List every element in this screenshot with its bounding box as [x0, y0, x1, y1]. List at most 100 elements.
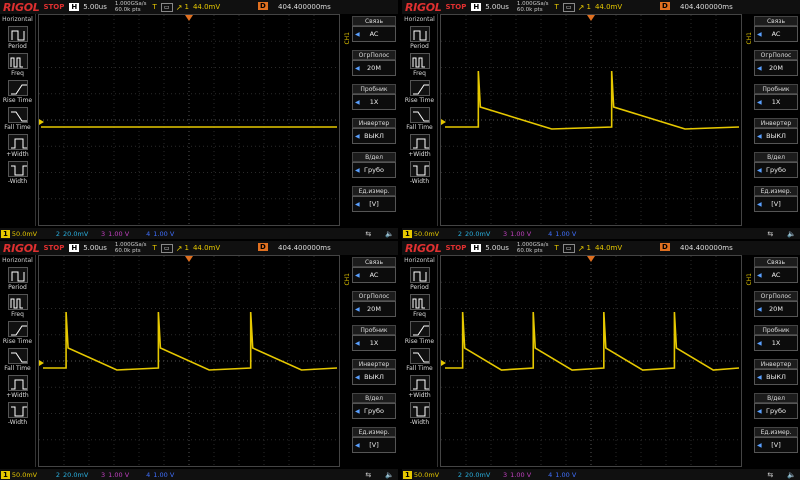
- ch1-scale[interactable]: 50.0mV: [12, 230, 52, 238]
- channel-menu-item[interactable]: В/дел ◀ Грубо: [754, 393, 798, 419]
- trigger-level[interactable]: 44.0mV: [595, 244, 622, 252]
- measure-item[interactable]: -Width: [402, 402, 437, 426]
- measure-item[interactable]: Freq: [0, 53, 35, 77]
- trigger-source[interactable]: 1: [586, 244, 590, 252]
- channel-menu-item-value[interactable]: ◀ ВЫКЛ: [352, 128, 396, 144]
- run-status[interactable]: STOP: [43, 3, 64, 11]
- channel-menu-item-value[interactable]: ◀ Грубо: [352, 403, 396, 419]
- ch3-button[interactable]: 3: [503, 230, 507, 238]
- ch4-button[interactable]: 4: [548, 471, 552, 479]
- ch1-scale[interactable]: 50.0mV: [414, 471, 454, 479]
- channel-menu-item[interactable]: ОгрПолос ◀ 20M: [754, 291, 798, 317]
- ch1-button[interactable]: 1: [1, 229, 10, 238]
- channel-menu-item[interactable]: Ед.измер. ◀ [V]: [754, 427, 798, 453]
- measure-item[interactable]: Period: [0, 267, 35, 291]
- measure-item[interactable]: Freq: [0, 294, 35, 318]
- measure-item[interactable]: +Width: [402, 134, 437, 158]
- ch1-button[interactable]: 1: [403, 470, 412, 479]
- channel-menu-item-value[interactable]: ◀ AC: [352, 26, 396, 42]
- horizontal-badge[interactable]: H: [69, 3, 80, 11]
- ch2-button[interactable]: 2: [56, 471, 60, 479]
- channel-menu-item[interactable]: Ед.измер. ◀ [V]: [352, 186, 396, 212]
- ch4-scale[interactable]: 1.00 V: [555, 230, 589, 238]
- ch2-button[interactable]: 2: [458, 471, 462, 479]
- ch4-scale[interactable]: 1.00 V: [555, 471, 589, 479]
- horizontal-badge[interactable]: H: [69, 244, 80, 252]
- ch3-scale[interactable]: 1.00 V: [510, 230, 544, 238]
- trigger-level[interactable]: 44.0mV: [193, 3, 220, 11]
- channel-menu-item-value[interactable]: ◀ AC: [754, 26, 798, 42]
- speaker-icon[interactable]: 🔈: [385, 471, 394, 479]
- trigger-source[interactable]: 1: [184, 3, 188, 11]
- ch2-scale[interactable]: 20.0mV: [63, 471, 97, 479]
- ch4-button[interactable]: 4: [146, 230, 150, 238]
- measure-item[interactable]: Fall Time: [0, 107, 35, 131]
- measure-item[interactable]: Freq: [402, 53, 437, 77]
- channel-menu-item-value[interactable]: ◀ 20M: [754, 301, 798, 317]
- channel-menu-item-value[interactable]: ◀ 20M: [352, 60, 396, 76]
- measure-item[interactable]: Rise Time: [402, 80, 437, 104]
- channel-menu-item[interactable]: В/дел ◀ Грубо: [754, 152, 798, 178]
- channel-menu-item[interactable]: ОгрПолос ◀ 20M: [754, 50, 798, 76]
- channel-menu-item[interactable]: Инвертер ◀ ВЫКЛ: [754, 359, 798, 385]
- channel-menu-item-value[interactable]: ◀ Грубо: [754, 162, 798, 178]
- trigger-mode-box[interactable]: ▭: [562, 243, 575, 253]
- trigger-level[interactable]: 44.0mV: [193, 244, 220, 252]
- ch3-button[interactable]: 3: [101, 230, 105, 238]
- channel-menu-item-value[interactable]: ◀ 1X: [754, 335, 798, 351]
- ch2-button[interactable]: 2: [56, 230, 60, 238]
- measure-item[interactable]: Rise Time: [402, 321, 437, 345]
- ch4-button[interactable]: 4: [146, 471, 150, 479]
- ch3-scale[interactable]: 1.00 V: [108, 471, 142, 479]
- channel-menu-item-value[interactable]: ◀ ВЫКЛ: [754, 128, 798, 144]
- measure-item[interactable]: -Width: [0, 161, 35, 185]
- channel-menu-item-value[interactable]: ◀ [V]: [754, 437, 798, 453]
- delay-badge[interactable]: D: [660, 243, 670, 251]
- delay-value[interactable]: 404.400000ms: [278, 3, 331, 11]
- channel-menu-item-value[interactable]: ◀ AC: [352, 267, 396, 283]
- channel-menu-item[interactable]: Связь ◀ AC: [754, 16, 798, 42]
- measure-item[interactable]: +Width: [402, 375, 437, 399]
- waveform-display[interactable]: [440, 14, 742, 226]
- timebase-value[interactable]: 5.00us: [83, 3, 107, 11]
- ch3-button[interactable]: 3: [101, 471, 105, 479]
- channel-menu-item-value[interactable]: ◀ ВЫКЛ: [754, 369, 798, 385]
- channel-menu-item-value[interactable]: ◀ Грубо: [352, 162, 396, 178]
- horizontal-badge[interactable]: H: [471, 3, 482, 11]
- channel-menu-item[interactable]: Ед.измер. ◀ [V]: [754, 186, 798, 212]
- channel-menu-item[interactable]: Пробник ◀ 1X: [754, 84, 798, 110]
- speaker-icon[interactable]: 🔈: [385, 230, 394, 238]
- ch2-button[interactable]: 2: [458, 230, 462, 238]
- channel-menu-item[interactable]: Связь ◀ AC: [352, 16, 396, 42]
- channel-menu-item-value[interactable]: ◀ [V]: [754, 196, 798, 212]
- channel-menu-item[interactable]: В/дел ◀ Грубо: [352, 152, 396, 178]
- ch1-button[interactable]: 1: [403, 229, 412, 238]
- measure-item[interactable]: Freq: [402, 294, 437, 318]
- channel-menu-item[interactable]: Пробник ◀ 1X: [352, 84, 396, 110]
- measure-item[interactable]: Fall Time: [402, 107, 437, 131]
- speaker-icon[interactable]: 🔈: [787, 471, 796, 479]
- measure-item[interactable]: Period: [402, 26, 437, 50]
- delay-badge[interactable]: D: [660, 2, 670, 10]
- measure-item[interactable]: -Width: [0, 402, 35, 426]
- measure-item[interactable]: +Width: [0, 134, 35, 158]
- trigger-level[interactable]: 44.0mV: [595, 3, 622, 11]
- measure-item[interactable]: Period: [0, 26, 35, 50]
- measure-item[interactable]: Fall Time: [402, 348, 437, 372]
- ch4-scale[interactable]: 1.00 V: [153, 230, 187, 238]
- timebase-value[interactable]: 5.00us: [83, 244, 107, 252]
- channel-menu-item-value[interactable]: ◀ ВЫКЛ: [352, 369, 396, 385]
- run-status[interactable]: STOP: [43, 244, 64, 252]
- channel-menu-item-value[interactable]: ◀ [V]: [352, 437, 396, 453]
- run-status[interactable]: STOP: [445, 244, 466, 252]
- measure-item[interactable]: Period: [402, 267, 437, 291]
- delay-badge[interactable]: D: [258, 243, 268, 251]
- trigger-source[interactable]: 1: [586, 3, 590, 11]
- delay-badge[interactable]: D: [258, 2, 268, 10]
- timebase-value[interactable]: 5.00us: [485, 244, 509, 252]
- measure-item[interactable]: Rise Time: [0, 80, 35, 104]
- trigger-mode-box[interactable]: ▭: [160, 243, 173, 253]
- ch1-scale[interactable]: 50.0mV: [12, 471, 52, 479]
- measure-item[interactable]: +Width: [0, 375, 35, 399]
- channel-menu-item[interactable]: Связь ◀ AC: [754, 257, 798, 283]
